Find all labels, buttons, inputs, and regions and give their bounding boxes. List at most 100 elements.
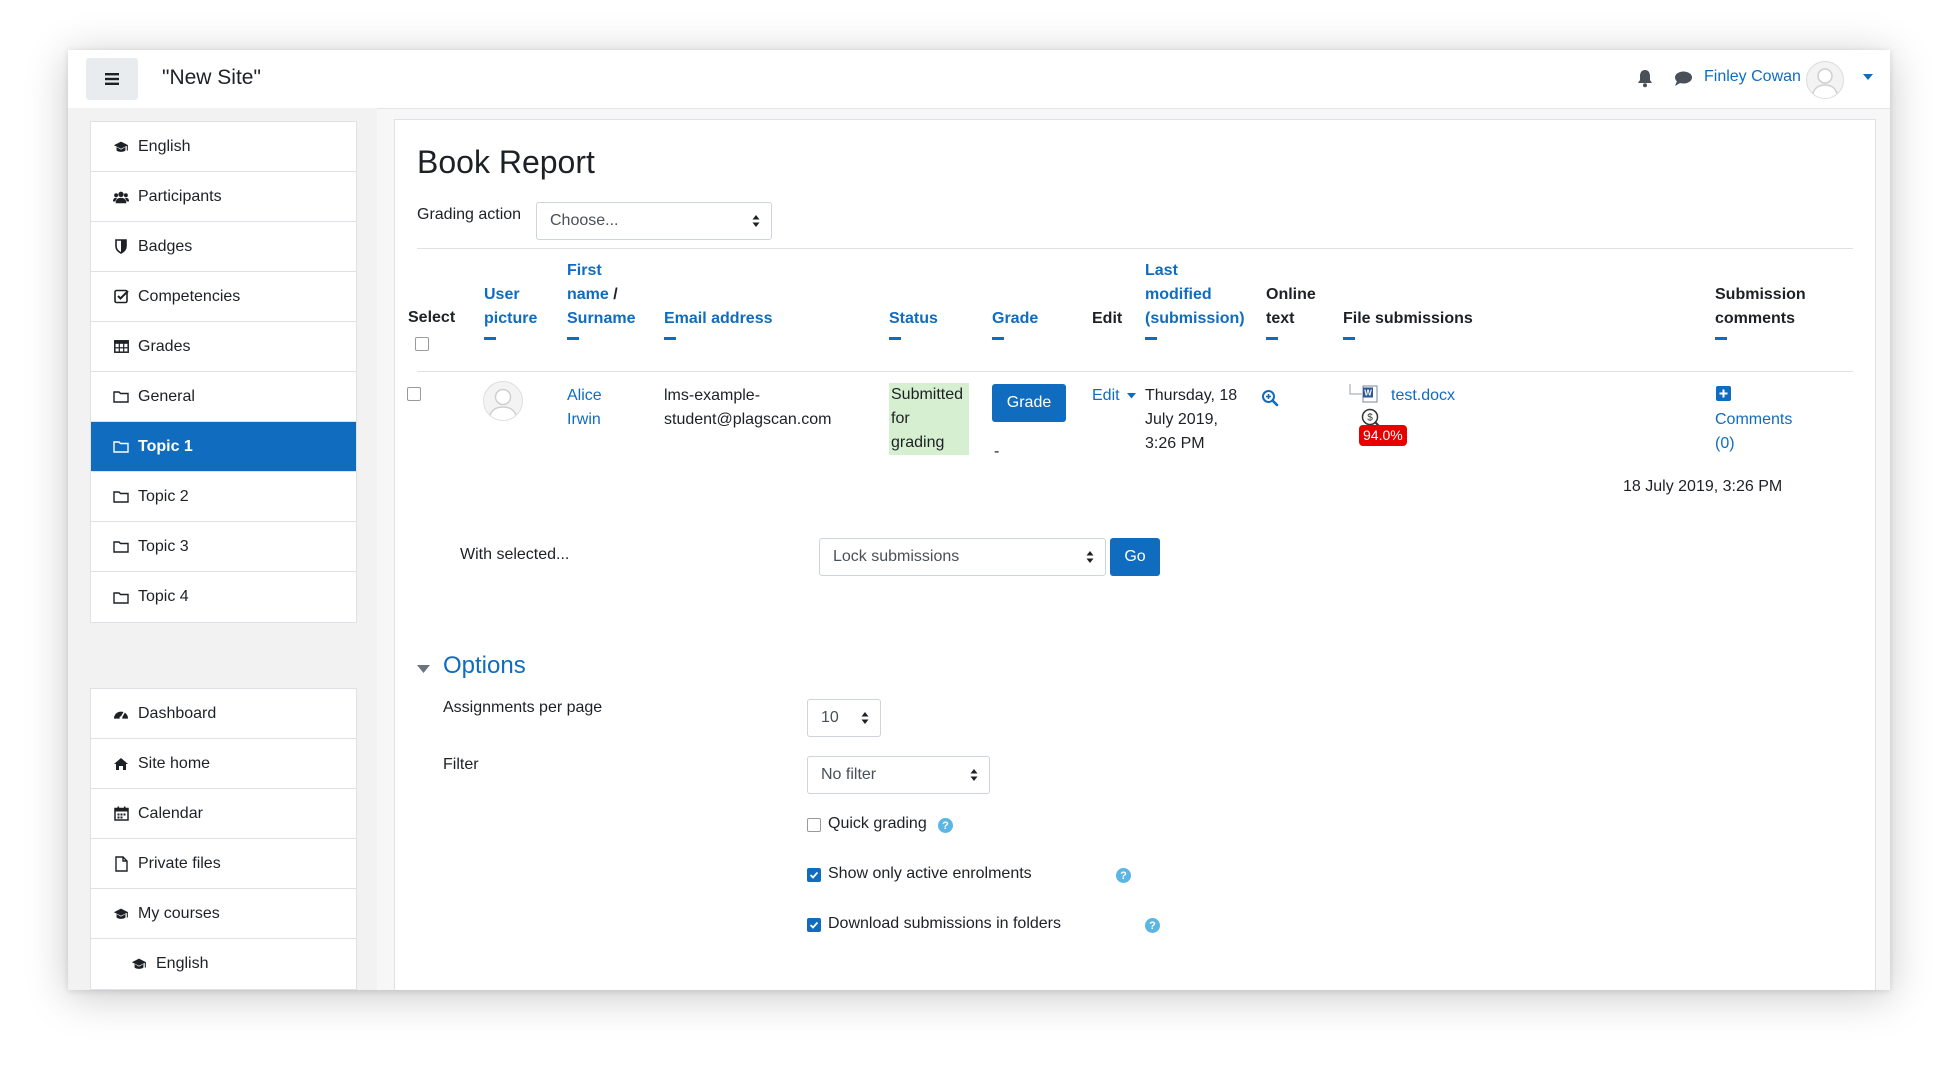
header-name[interactable]: name: [567, 286, 609, 303]
user-menu-name[interactable]: Finley Cowan: [1704, 68, 1801, 86]
last-modified-value: Thursday, 18 July 2019, 3:26 PM: [1145, 384, 1237, 456]
help-icon[interactable]: ?: [938, 818, 953, 833]
sort-indicator: [1715, 337, 1727, 340]
sidebar-item-label: Topic 2: [138, 487, 189, 505]
page-title: Book Report: [417, 144, 595, 180]
filter-select[interactable]: No filter: [807, 756, 990, 794]
app-window: "New Site" Finley Cowan English Particip…: [68, 50, 1890, 990]
header-first-name-surname: First name / Surname: [567, 259, 635, 340]
sidebar-item-calendar[interactable]: Calendar: [91, 789, 356, 839]
site-name[interactable]: "New Site": [162, 66, 261, 90]
users-icon: [113, 189, 129, 205]
messages-icon[interactable]: [1673, 70, 1693, 88]
user-avatar[interactable]: [1806, 61, 1844, 99]
bulk-action-value: Lock submissions: [833, 548, 960, 565]
header-surname[interactable]: Surname: [567, 310, 635, 327]
folder-icon: [113, 539, 129, 555]
quick-grading-label[interactable]: Quick grading: [828, 815, 927, 833]
default-avatar-icon: [488, 388, 518, 420]
sidebar-item-competencies[interactable]: Competencies: [91, 272, 356, 322]
sort-arrows-icon: [861, 712, 869, 724]
bulk-action-select[interactable]: Lock submissions: [819, 538, 1106, 576]
sidebar-item-dashboard[interactable]: Dashboard: [91, 689, 356, 739]
edit-menu[interactable]: Edit: [1092, 384, 1137, 408]
sidebar-item-general[interactable]: General: [91, 372, 356, 422]
grade-button[interactable]: Grade: [992, 384, 1066, 422]
header-first[interactable]: First: [567, 262, 602, 279]
caret-down-icon: [1127, 392, 1137, 399]
header-line: Online: [1266, 286, 1316, 303]
header-status[interactable]: Status: [889, 307, 938, 340]
sidebar-item-label: General: [138, 387, 195, 405]
menu-toggle-button[interactable]: [86, 58, 138, 100]
header-email-address[interactable]: Email address: [664, 307, 773, 340]
sidebar-item-grades[interactable]: Grades: [91, 322, 356, 372]
sidebar-item-private-files[interactable]: Private files: [91, 839, 356, 889]
header-line: Edit: [1092, 310, 1123, 327]
submitted-file-link[interactable]: test.docx: [1391, 384, 1455, 408]
sidebar-item-topic-2[interactable]: Topic 2: [91, 472, 356, 522]
download-folders-checkbox[interactable]: [807, 918, 821, 932]
active-enrolments-label[interactable]: Show only active enrolments: [828, 865, 1032, 883]
comments-link[interactable]: Comments (0): [1715, 408, 1792, 456]
grading-action-select[interactable]: Choose...: [536, 202, 772, 240]
sort-indicator: [1145, 337, 1157, 340]
sidebar-item-label: English: [138, 137, 191, 155]
modified-line: July 2019,: [1145, 411, 1218, 428]
sidebar-item-participants[interactable]: Participants: [91, 172, 356, 222]
options-section-title[interactable]: Options: [443, 652, 526, 680]
header-select-label: Select: [408, 309, 456, 326]
help-icon[interactable]: ?: [1116, 868, 1131, 883]
top-navbar: "New Site" Finley Cowan: [68, 50, 1890, 109]
comments-line: Comments: [1715, 411, 1793, 428]
sidebar-item-topic-1[interactable]: Topic 1: [91, 422, 356, 472]
header-line: Grade: [992, 310, 1039, 327]
sidebar-item-label: Dashboard: [138, 704, 217, 722]
active-enrolments-checkbox[interactable]: [807, 868, 821, 882]
header-submission-comments: Submission comments: [1715, 283, 1806, 340]
download-folders-label[interactable]: Download submissions in folders: [828, 915, 1061, 933]
table-icon: [113, 339, 129, 355]
sidebar-item-label: Badges: [138, 237, 193, 255]
modified-line: Thursday, 18: [1145, 387, 1238, 404]
student-surname-link[interactable]: Irwin: [567, 411, 601, 428]
bell-icon[interactable]: [1636, 68, 1654, 88]
quick-grading-checkbox[interactable]: [807, 818, 821, 832]
help-icon[interactable]: ?: [1145, 918, 1160, 933]
sidebar-item-label: Calendar: [138, 804, 203, 822]
sidebar-item-topic-4[interactable]: Topic 4: [91, 572, 356, 622]
per-page-select[interactable]: 10: [807, 699, 881, 737]
header-last-modified[interactable]: Last modified (submission): [1145, 259, 1245, 340]
sidebar-item-site-home[interactable]: Site home: [91, 739, 356, 789]
select-all-checkbox[interactable]: [415, 337, 429, 351]
calendar-icon: [113, 806, 129, 822]
collapse-caret-icon[interactable]: [417, 665, 430, 674]
main-region: Book Report Grading action Choose... Sel…: [394, 119, 1876, 990]
per-page-label: Assignments per page: [443, 699, 603, 716]
student-first-name-link[interactable]: Alice: [567, 387, 602, 404]
graduation-cap-icon: [113, 906, 129, 922]
sidebar-item-label: Competencies: [138, 287, 241, 305]
sidebar-item-badges[interactable]: Badges: [91, 222, 356, 272]
header-online-text: Online text: [1266, 283, 1316, 340]
dashboard-icon: [113, 706, 129, 722]
sort-arrows-icon: [1086, 551, 1094, 563]
row-select-checkbox[interactable]: [407, 387, 421, 401]
sidebar-item-my-courses[interactable]: My courses: [91, 889, 356, 939]
plagiarism-score-badge[interactable]: 94.0%: [1359, 425, 1407, 446]
sidebar-item-topic-3[interactable]: Topic 3: [91, 522, 356, 572]
sort-indicator: [1266, 337, 1278, 340]
status-line: for: [891, 410, 910, 427]
search-plus-icon[interactable]: [1261, 389, 1279, 407]
header-user-picture[interactable]: User picture: [484, 283, 537, 340]
header-file-submissions: File submissions: [1343, 307, 1473, 340]
header-line: modified: [1145, 286, 1212, 303]
graduation-cap-icon: [131, 956, 147, 972]
go-button[interactable]: Go: [1110, 538, 1160, 576]
sidebar-item-english-course[interactable]: English: [91, 939, 356, 989]
header-grade[interactable]: Grade: [992, 307, 1038, 340]
plus-square-icon[interactable]: [1716, 386, 1731, 401]
caret-down-icon[interactable]: [1863, 74, 1873, 80]
sidebar-item-english[interactable]: English: [91, 122, 356, 172]
sort-indicator: [1343, 337, 1355, 340]
